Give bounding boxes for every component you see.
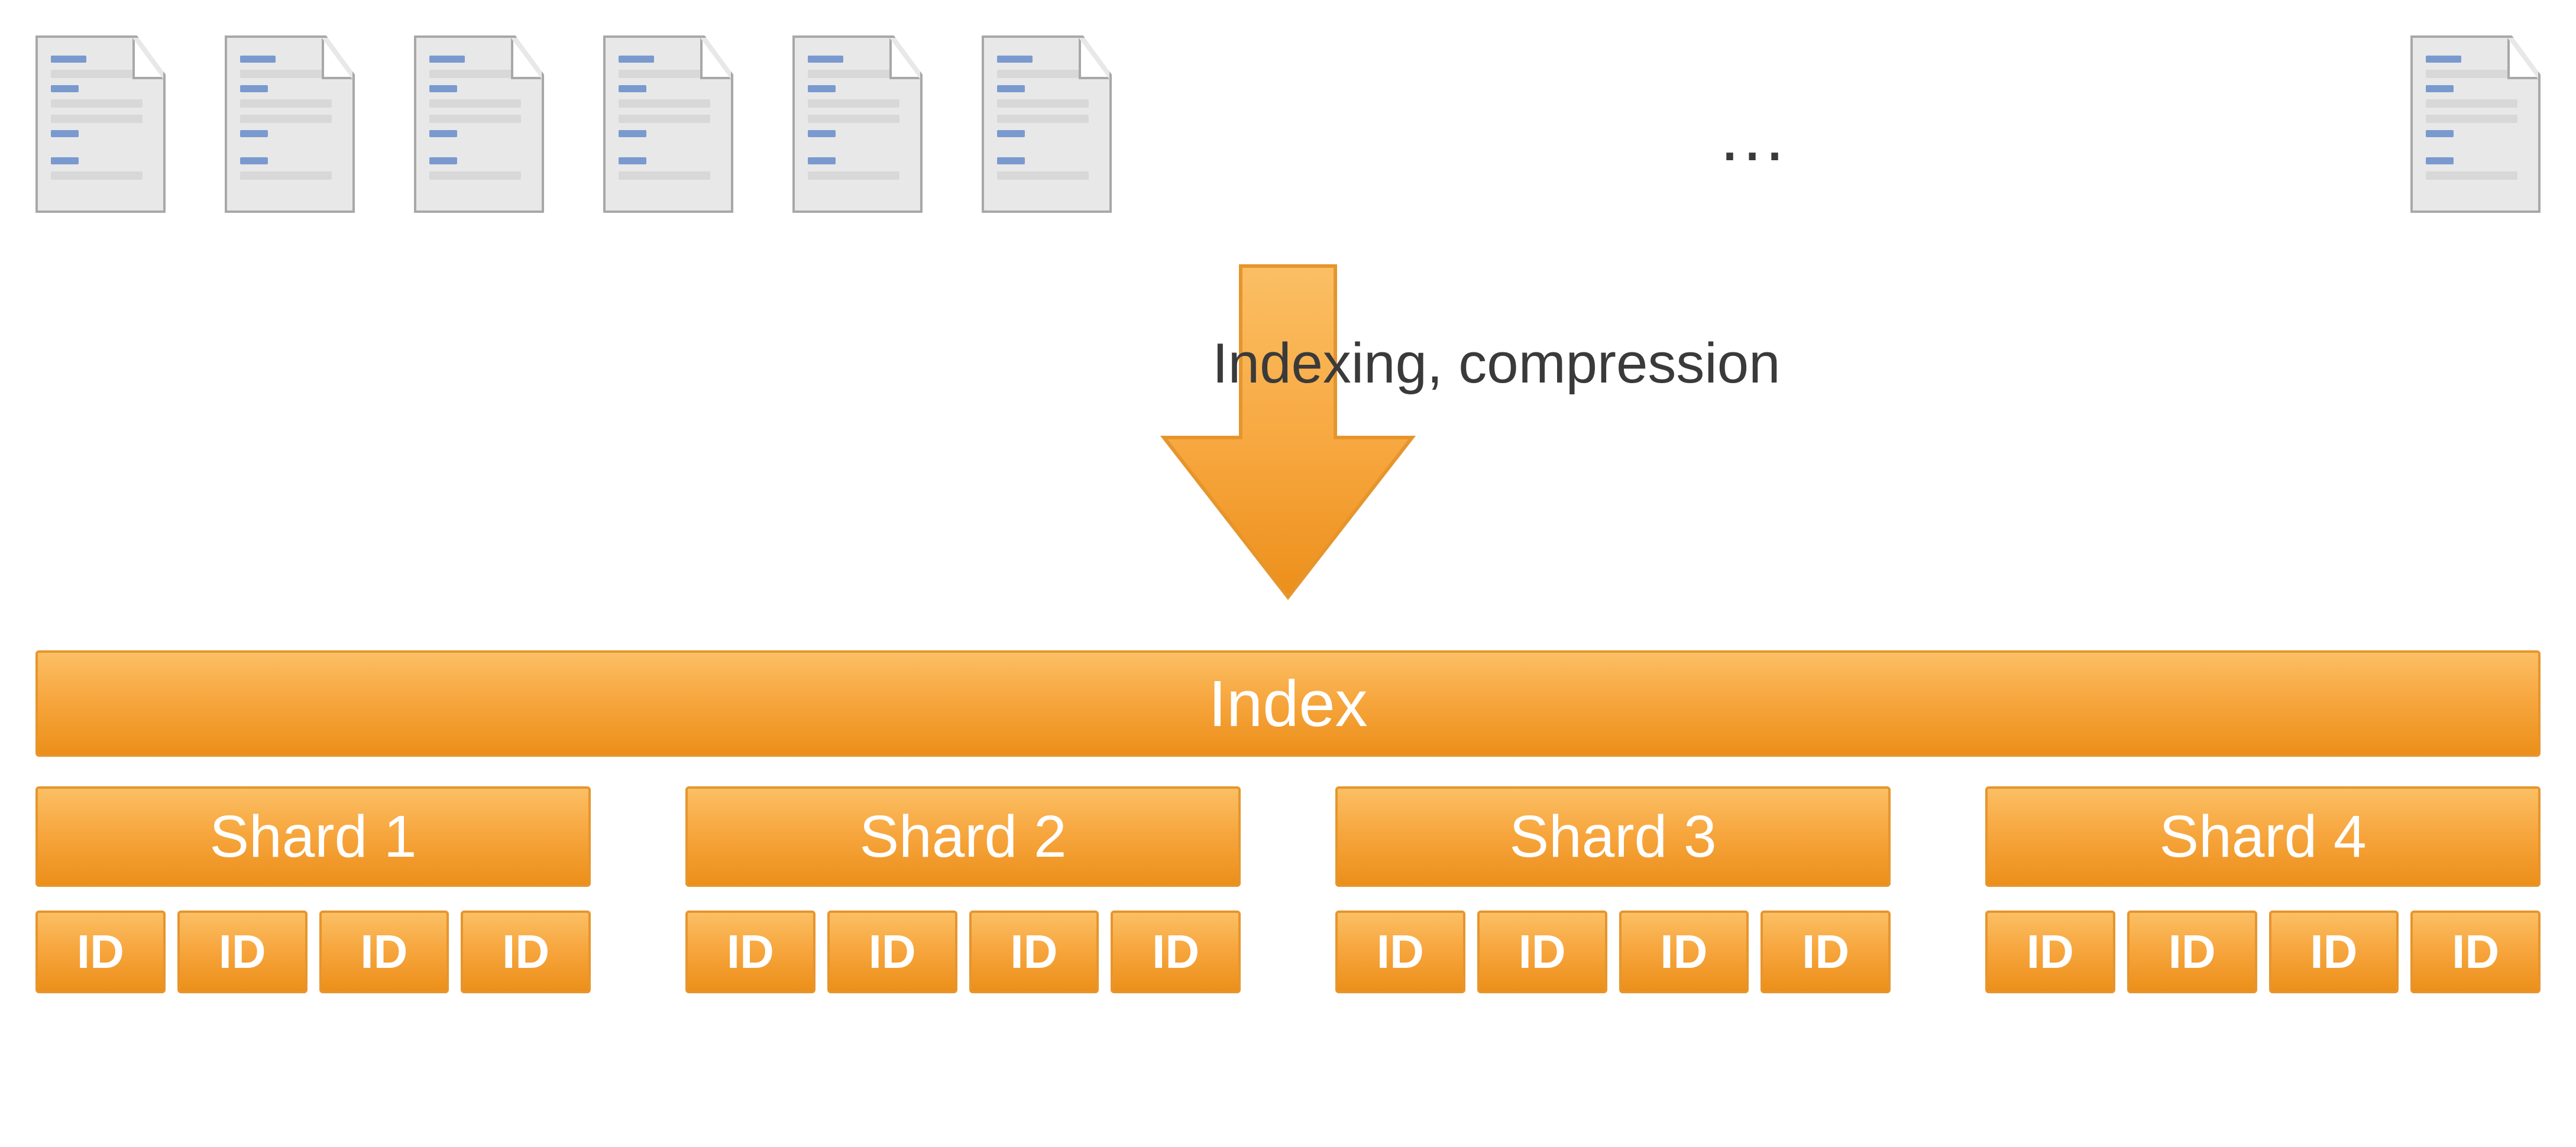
- id-box: ID: [1335, 911, 1465, 993]
- shard-label: Shard 4: [2159, 803, 2366, 871]
- id-label: ID: [727, 925, 774, 979]
- id-label: ID: [1152, 925, 1199, 979]
- id-label: ID: [2027, 925, 2074, 979]
- shard-bar: Shard 1: [35, 786, 591, 887]
- id-label: ID: [77, 925, 124, 979]
- arrow-label: Indexing, compression: [1212, 331, 1781, 396]
- shard-label: Shard 3: [1509, 803, 1716, 871]
- shard-bar: Shard 3: [1335, 786, 1891, 887]
- index-bar: Index: [35, 650, 2541, 757]
- id-box: ID: [827, 911, 957, 993]
- id-box: ID: [177, 911, 308, 993]
- document-icon: [414, 35, 544, 213]
- document-icon: [792, 35, 923, 213]
- id-label: ID: [2310, 925, 2357, 979]
- id-box: ID: [1985, 911, 2115, 993]
- shard-row: Shard 1 ID ID ID ID Shard 2 ID ID ID ID …: [35, 786, 2541, 993]
- id-box: ID: [319, 911, 449, 993]
- document-icon: [982, 35, 1112, 213]
- ellipsis: …: [1171, 77, 2351, 171]
- id-box: ID: [685, 911, 815, 993]
- id-row: ID ID ID ID: [35, 911, 591, 993]
- shard-group: Shard 2 ID ID ID ID: [685, 786, 1241, 993]
- document-icon: [2410, 35, 2541, 213]
- id-box: ID: [1761, 911, 1891, 993]
- shard-group: Shard 4 ID ID ID ID: [1985, 786, 2541, 993]
- diagram-canvas: … Indexing, compression Index: [0, 0, 2576, 1147]
- id-label: ID: [869, 925, 916, 979]
- shard-group: Shard 1 ID ID ID ID: [35, 786, 591, 993]
- shard-label: Shard 2: [859, 803, 1066, 871]
- id-row: ID ID ID ID: [685, 911, 1241, 993]
- id-label: ID: [1010, 925, 1057, 979]
- shard-bar: Shard 2: [685, 786, 1241, 887]
- id-box: ID: [1111, 911, 1241, 993]
- id-label: ID: [219, 925, 266, 979]
- id-label: ID: [1660, 925, 1707, 979]
- id-label: ID: [2452, 925, 2499, 979]
- shard-label: Shard 1: [209, 803, 416, 871]
- id-label: ID: [502, 925, 549, 979]
- document-icon: [603, 35, 733, 213]
- id-label: ID: [1377, 925, 1424, 979]
- down-arrow-icon: [1164, 266, 1412, 597]
- document-icon: [225, 35, 355, 213]
- id-box: ID: [2269, 911, 2399, 993]
- id-box: ID: [2410, 911, 2541, 993]
- id-label: ID: [360, 925, 407, 979]
- shard-group: Shard 3 ID ID ID ID: [1335, 786, 1891, 993]
- id-row: ID ID ID ID: [1335, 911, 1891, 993]
- id-label: ID: [1802, 925, 1849, 979]
- documents-row: …: [35, 35, 2541, 213]
- id-box: ID: [461, 911, 591, 993]
- id-label: ID: [2169, 925, 2216, 979]
- id-box: ID: [35, 911, 166, 993]
- id-box: ID: [2127, 911, 2257, 993]
- id-row: ID ID ID ID: [1985, 911, 2541, 993]
- id-box: ID: [969, 911, 1099, 993]
- document-icon: [35, 35, 166, 213]
- id-label: ID: [1519, 925, 1566, 979]
- index-label: Index: [1208, 666, 1367, 741]
- id-box: ID: [1477, 911, 1607, 993]
- id-box: ID: [1619, 911, 1749, 993]
- shard-bar: Shard 4: [1985, 786, 2541, 887]
